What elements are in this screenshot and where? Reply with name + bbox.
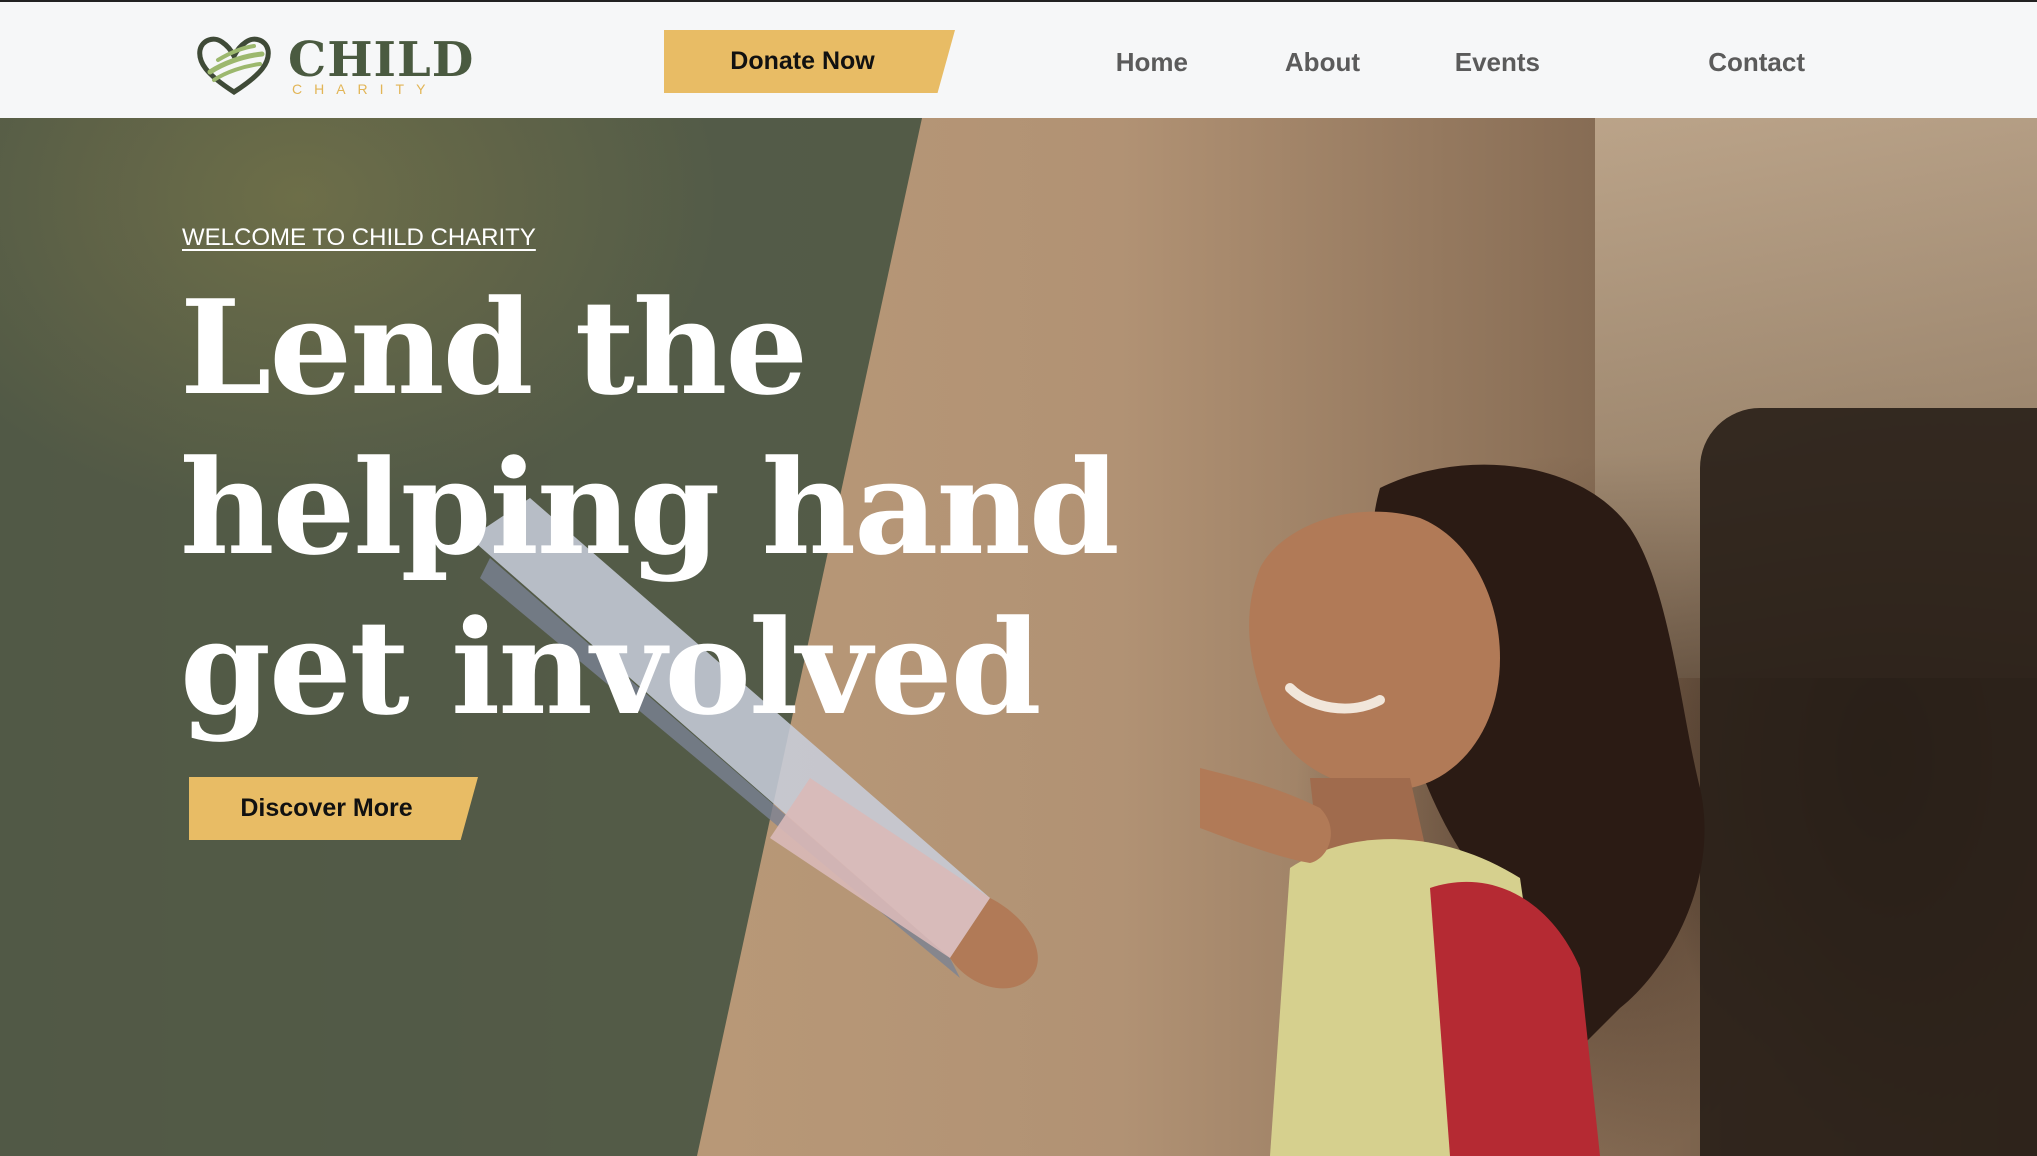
hero-section: WELCOME TO CHILD CHARITY Lend the helpin… <box>0 118 2037 1156</box>
logo[interactable]: CHILD CHARITY <box>196 30 476 100</box>
nav-item-events[interactable]: Events <box>1455 47 1540 78</box>
logo-subtitle: CHARITY <box>292 81 438 97</box>
headline-line-3: get involved <box>180 591 1042 744</box>
heart-hand-logo-icon <box>197 36 271 95</box>
nav-item-contact[interactable]: Contact <box>1708 47 1805 78</box>
headline-line-2: helping hand <box>180 431 1120 584</box>
discover-more-button[interactable]: Discover More <box>189 777 478 840</box>
nav-item-home[interactable]: Home <box>1116 47 1188 78</box>
girl-with-book-image <box>1200 464 1705 1156</box>
hero-headline: Lend the helping hand get involved <box>180 268 1120 748</box>
headline-line-1: Lend the <box>180 271 808 424</box>
nav-item-about[interactable]: About <box>1285 47 1360 78</box>
donate-now-button[interactable]: Donate Now <box>664 30 955 93</box>
welcome-link[interactable]: WELCOME TO CHILD CHARITY <box>182 224 536 252</box>
site-header: CHILD CHARITY Donate Now Home About Even… <box>0 0 2037 118</box>
